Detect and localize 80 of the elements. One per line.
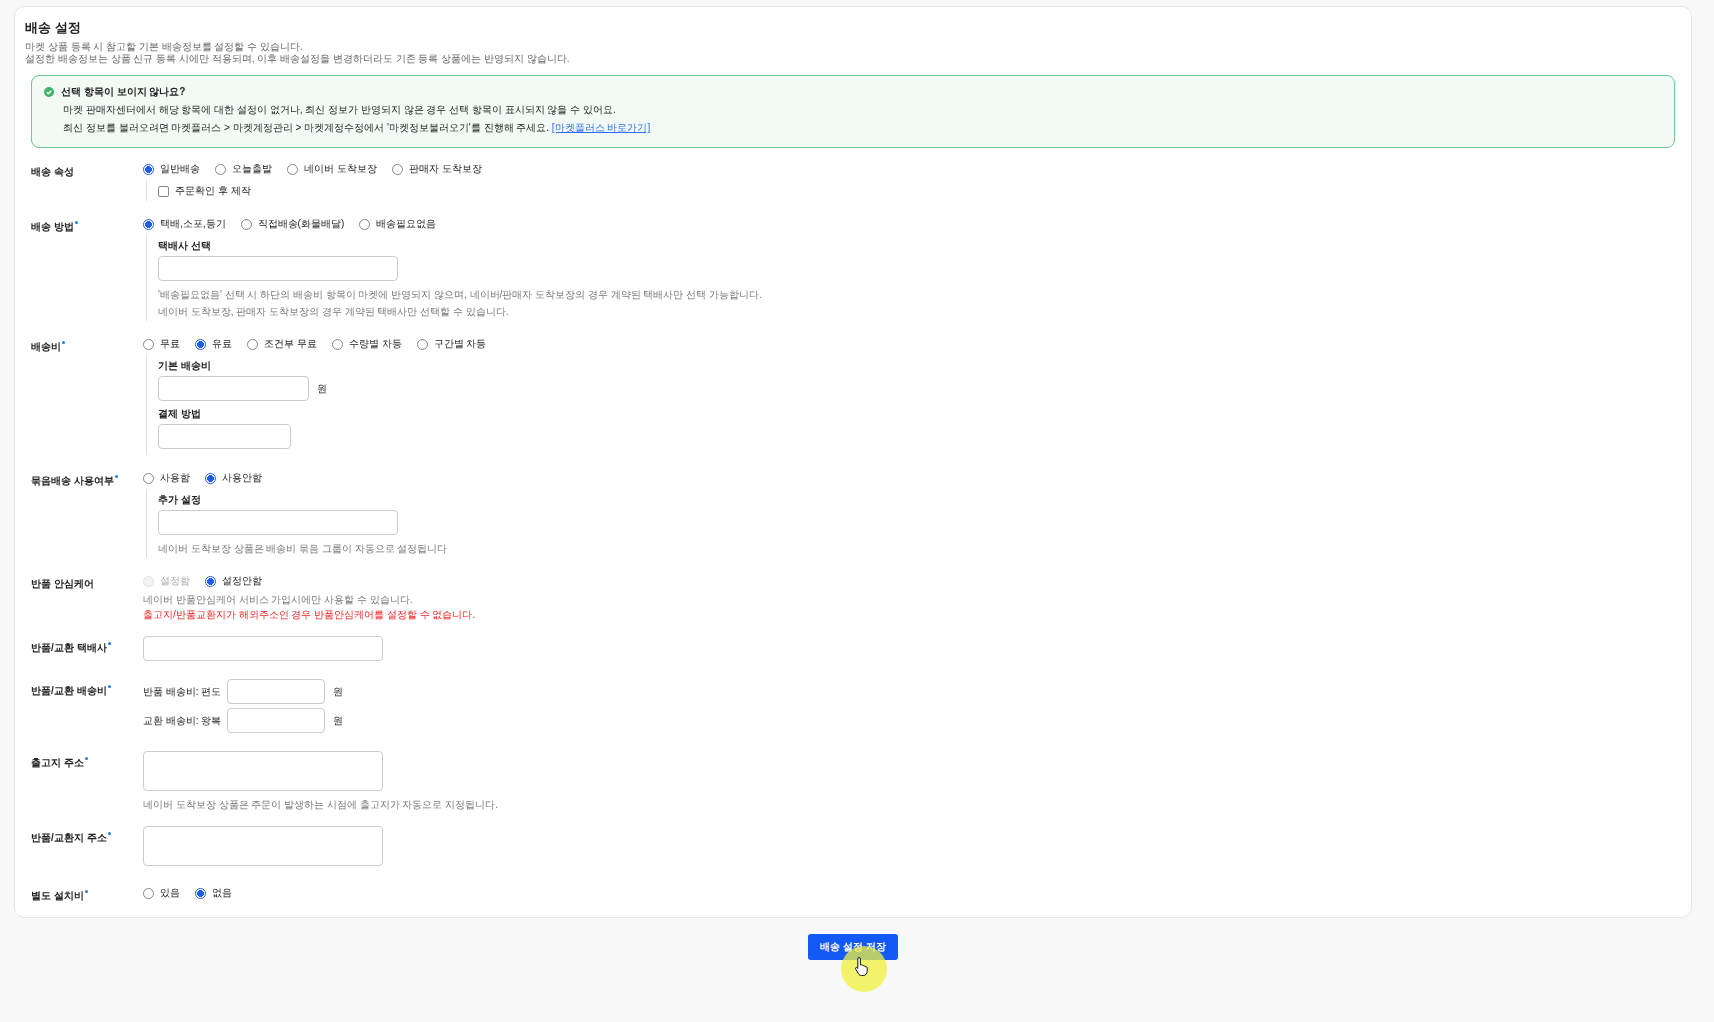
radio-button[interactable] bbox=[195, 338, 206, 350]
field-label: 결제 방법 bbox=[158, 407, 201, 421]
page-title: 배송 설정 bbox=[25, 19, 82, 37]
field-label: 배송 방법 bbox=[31, 220, 78, 234]
input-field[interactable] bbox=[158, 376, 309, 401]
field-label: 반품/교환 배송비 bbox=[31, 684, 111, 698]
unit-label: 원 bbox=[333, 713, 344, 728]
radio-button[interactable] bbox=[359, 218, 371, 230]
radio-label: 사용함 bbox=[160, 471, 190, 485]
radio-label: 없음 bbox=[212, 886, 232, 900]
input-field[interactable] bbox=[143, 826, 383, 866]
radio-label: 일반배송 bbox=[160, 162, 200, 176]
field-label: 반품/교환 택배사 bbox=[31, 641, 111, 655]
radio-button[interactable] bbox=[247, 338, 258, 350]
field-label: 반품 안심케어 bbox=[31, 577, 94, 591]
input-field[interactable] bbox=[158, 424, 291, 449]
input-field[interactable] bbox=[143, 751, 383, 791]
radio-label: 설정함 bbox=[160, 574, 190, 588]
radio-label: 유료 bbox=[212, 337, 232, 351]
radio-label: 사용안함 bbox=[222, 471, 262, 485]
hand-cursor-icon bbox=[854, 956, 871, 976]
notice-heading: 선택 항목이 보이지 않나요? bbox=[61, 85, 186, 99]
radio-label: 무료 bbox=[160, 337, 180, 351]
radio-button[interactable] bbox=[195, 887, 206, 899]
radio-button[interactable] bbox=[143, 338, 154, 350]
radio-button[interactable] bbox=[391, 163, 403, 175]
field-label: 묶음배송 사용여부 bbox=[31, 474, 118, 488]
field-label: 배송 속성 bbox=[31, 165, 74, 179]
radio-label: 있음 bbox=[160, 886, 180, 900]
input-field[interactable] bbox=[227, 679, 326, 704]
radio-button[interactable] bbox=[215, 163, 226, 175]
field-label: 반품/교환지 주소 bbox=[31, 831, 111, 845]
notice-text: 최신 정보를 불러오려면 마켓플러스 > 마켓계정관리 > 마켓계정수정에서 '마켓정보불러오기'를 진행해 주세요. [마켓플러스 바로가기] bbox=[63, 121, 652, 135]
help-text: 네이버 도착보장 상품은 배송비 묶음 그룹이 자동으로 설정됩니다 bbox=[158, 542, 448, 556]
input-field[interactable] bbox=[227, 708, 326, 733]
radio-label: 네이버 도착보장 bbox=[304, 162, 377, 176]
radio-button[interactable] bbox=[205, 575, 216, 587]
help-text: 네이버 도착보장, 판매자 도착보장의 경우 계약된 택배사만 선택할 수 있습니다. bbox=[158, 305, 509, 319]
radio-label: 설정안함 bbox=[222, 574, 262, 588]
radio-label: 수량별 차등 bbox=[348, 337, 402, 351]
help-text: 네이버 반품안심케어 서비스 가입시에만 사용할 수 있습니다. bbox=[143, 593, 413, 607]
radio-button[interactable] bbox=[287, 163, 298, 175]
input-field[interactable] bbox=[158, 510, 398, 535]
fee-label: 반품 배송비: 편도 bbox=[143, 684, 222, 699]
fee-label: 교환 배송비: 왕복 bbox=[143, 713, 222, 728]
warning-text: 출고지/반품교환지가 해외주소인 경우 반품안심케어를 설정할 수 없습니다. bbox=[143, 608, 476, 622]
radio-label: 오늘출발 bbox=[232, 162, 272, 176]
field-label: 추가 설정 bbox=[158, 493, 201, 507]
description-text: 설정한 배송정보는 상품 신규 등록 시에만 적용되며, 이후 배송설정을 변경하더라도 기존 등록 상품에는 반영되지 않습니다. bbox=[25, 53, 571, 65]
help-text: 네이버 도착보장 상품은 주문이 발생하는 시점에 출고지가 자동으로 지정됩니다. bbox=[143, 798, 498, 812]
notice-text: 마켓 판매자센터에서 해당 항목에 대한 설정이 없거나, 최신 정보가 반영되지 않은 경우 선택 항목이 표시되지 않을 수 있어요. bbox=[63, 103, 617, 117]
radio-button[interactable] bbox=[240, 218, 252, 230]
radio-button[interactable] bbox=[143, 163, 154, 175]
checkbox-label: 주문확인 후 제작 bbox=[175, 184, 251, 198]
radio-button[interactable] bbox=[205, 472, 216, 484]
radio-label: 직접배송(화물배달) bbox=[257, 217, 345, 231]
input-field[interactable] bbox=[143, 636, 383, 661]
field-label: 택배사 선택 bbox=[158, 239, 211, 253]
unit-label: 원 bbox=[317, 381, 327, 396]
radio-button[interactable] bbox=[331, 338, 343, 350]
unit-label: 원 bbox=[333, 684, 344, 699]
check-circle-icon bbox=[44, 87, 54, 97]
radio-button[interactable] bbox=[416, 338, 428, 350]
radio-label: 배송필요없음 bbox=[376, 217, 437, 231]
checkbox[interactable] bbox=[158, 185, 169, 197]
radio-button[interactable] bbox=[143, 887, 154, 899]
radio-button[interactable] bbox=[143, 218, 154, 230]
radio-label: 판매자 도착보장 bbox=[408, 162, 482, 176]
field-label: 별도 설치비 bbox=[31, 889, 88, 903]
radio-label: 택배,소포,등기 bbox=[160, 217, 226, 231]
field-label: 기본 배송비 bbox=[158, 359, 211, 373]
marketplus-link[interactable]: [마켓플러스 바로가기] bbox=[551, 122, 651, 133]
description-text: 마켓 상품 등록 시 참고할 기본 배송정보를 설정할 수 있습니다. bbox=[25, 41, 304, 53]
radio-label: 구간별 차등 bbox=[433, 337, 487, 351]
help-text: '배송필요없음' 선택 시 하단의 배송비 항목이 마켓에 반영되지 않으며, 네이버/판매자 도착보장의 경우 계약된 택배사만 선택 가능합니다. bbox=[158, 288, 762, 302]
field-label: 배송비 bbox=[31, 340, 65, 354]
input-field[interactable] bbox=[158, 256, 398, 281]
field-label: 출고지 주소 bbox=[31, 756, 88, 770]
radio-button[interactable] bbox=[143, 472, 154, 484]
radio-label: 조건부 무료 bbox=[264, 337, 317, 351]
